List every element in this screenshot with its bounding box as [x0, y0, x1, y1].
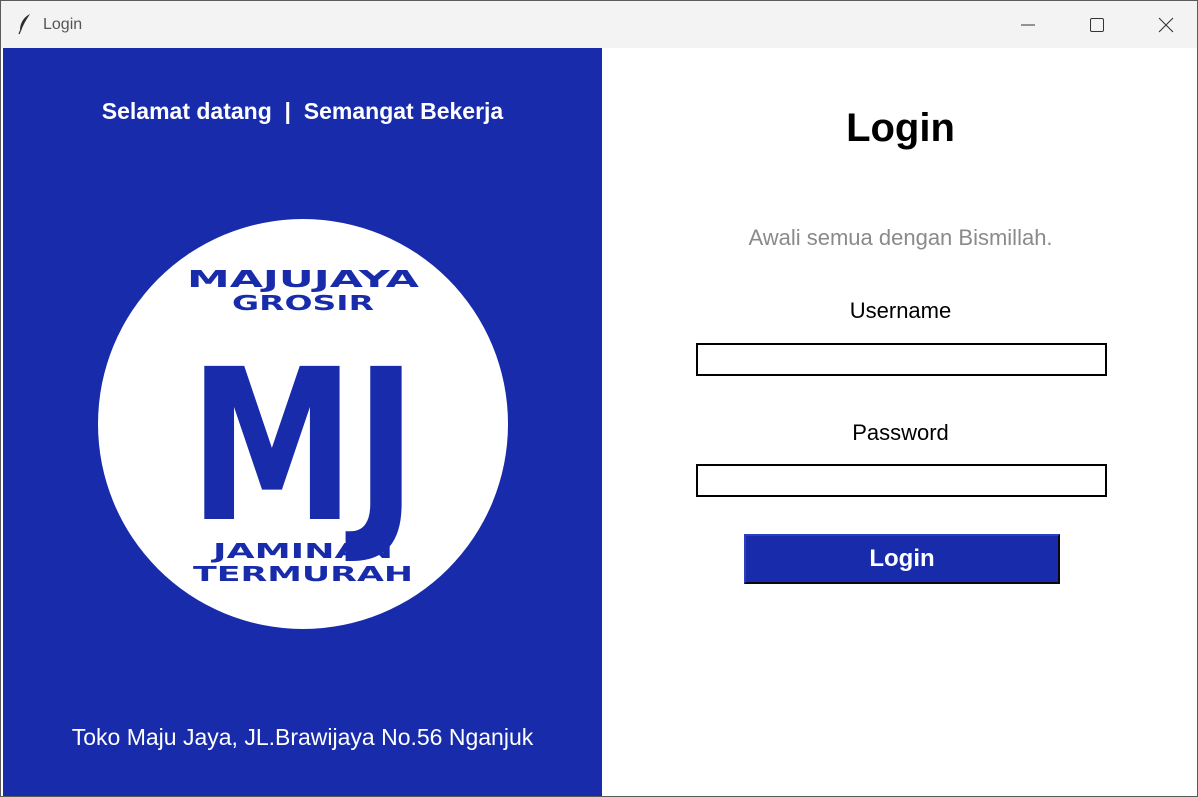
store-logo: MAJUJAYA GROSIR MJ JAMINAN TERMURAH	[98, 219, 508, 629]
login-button[interactable]: Login	[744, 534, 1060, 584]
logo-line-majujaya: MAJUJAYA	[187, 267, 419, 293]
title-bar[interactable]: Login	[1, 1, 1197, 48]
maximize-button[interactable]	[1062, 1, 1132, 48]
username-input[interactable]	[696, 343, 1107, 376]
store-address: Toko Maju Jaya, JL.Brawijaya No.56 Nganj…	[71, 724, 534, 750]
login-heading: Login	[846, 106, 955, 150]
logo-line-jaminan: JAMINAN	[209, 539, 393, 563]
close-button[interactable]	[1131, 1, 1197, 48]
welcome-text: Selamat datang | Semangat Bekerja	[101, 98, 504, 124]
logo-monogram: MJ	[189, 324, 417, 569]
logo-line-termurah: TERMURAH	[193, 562, 413, 586]
close-icon	[1158, 17, 1174, 33]
login-form-panel: Login Awali semua dengan Bismillah. User…	[602, 48, 1197, 796]
window-title: Login	[43, 16, 83, 33]
subtitle-text: Awali semua dengan Bismillah.	[748, 225, 1053, 250]
minimize-icon	[1021, 24, 1035, 26]
username-label: Username	[849, 298, 952, 323]
minimize-button[interactable]	[993, 1, 1063, 48]
login-window: Login Selamat datang | Semangat Bekerja …	[0, 0, 1198, 797]
password-label: Password	[852, 420, 949, 445]
logo-line-grosir: GROSIR	[232, 291, 374, 315]
maximize-icon	[1090, 18, 1104, 32]
feather-icon	[17, 13, 33, 35]
branding-panel: Selamat datang | Semangat Bekerja MAJUJA…	[3, 48, 602, 796]
password-input[interactable]	[696, 464, 1107, 497]
